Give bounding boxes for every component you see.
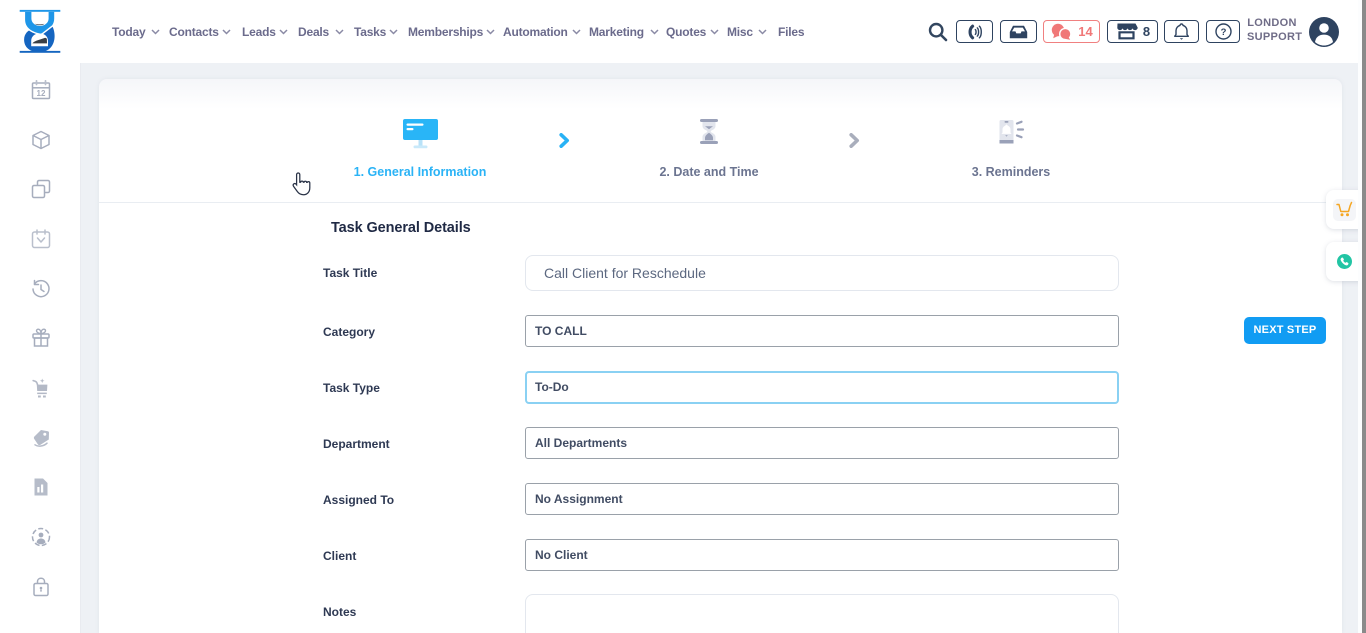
svg-text:12: 12 [37,89,46,98]
svg-text:?: ? [1220,27,1226,38]
